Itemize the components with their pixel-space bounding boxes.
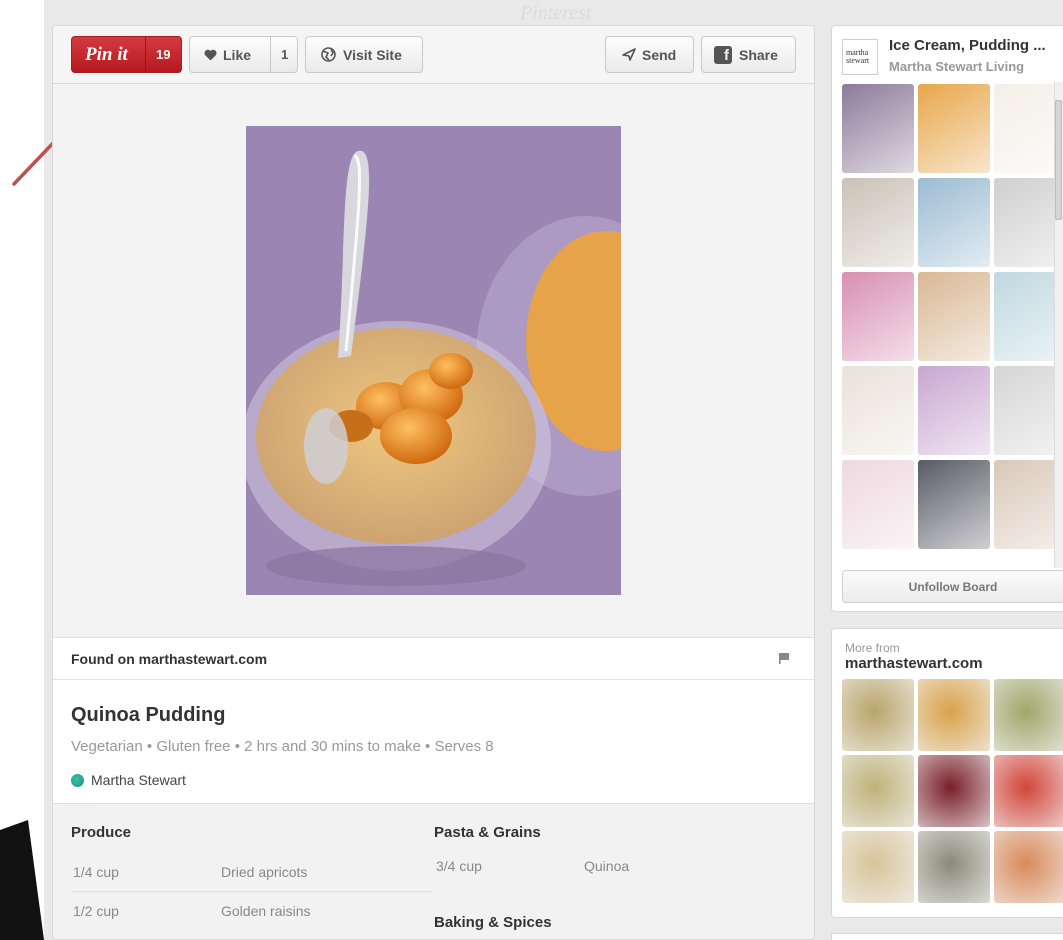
author-name: Martha Stewart: [91, 772, 186, 788]
recipe-header: Quinoa Pudding Vegetarian • Gluten free …: [53, 680, 814, 804]
board-owner[interactable]: Martha Stewart Living: [889, 59, 1024, 74]
found-on-text[interactable]: Found on marthastewart.com: [71, 651, 267, 667]
ingredient-item: Golden raisins: [221, 903, 311, 919]
like-label: Like: [223, 46, 252, 63]
like-label-wrap: Like: [190, 47, 270, 63]
visit-site-label: Visit Site: [343, 46, 402, 63]
board-pin-thumbnail[interactable]: [994, 460, 1063, 549]
board-scrollbar-thumb[interactable]: [1055, 100, 1062, 220]
more-pin-thumbnail[interactable]: [918, 755, 990, 827]
board-pin-thumbnail[interactable]: [842, 460, 914, 549]
found-on-bar: Found on marthastewart.com: [53, 637, 814, 680]
dark-corner-shape: [0, 820, 44, 940]
board-pin-thumbnail[interactable]: [842, 84, 914, 173]
pin-card: Pin it 19 Like 1 Visit Site Send f Share: [52, 25, 815, 940]
send-icon: [622, 48, 636, 61]
recipe-title: Quinoa Pudding: [71, 704, 226, 726]
ingredient-item: Quinoa: [584, 858, 630, 874]
more-pin-thumbnail[interactable]: [842, 679, 914, 751]
send-button[interactable]: Send: [605, 36, 694, 73]
more-from-card: More from marthastewart.com: [831, 628, 1063, 918]
more-from-label: More from: [845, 641, 900, 655]
more-pin-thumbnail[interactable]: [842, 831, 914, 903]
quinoa-pudding-photo: [246, 126, 621, 595]
send-label: Send: [642, 46, 677, 63]
ingredient-qty: 1/4 cup: [73, 864, 119, 880]
ingredient-qty: 3/4 cup: [436, 858, 482, 874]
author-avatar-icon: [71, 773, 84, 787]
board-pin-thumbnail[interactable]: [994, 366, 1063, 455]
pin-it-label: Pin it: [85, 43, 128, 65]
pin-toolbar: Pin it 19 Like 1 Visit Site Send f Share: [53, 26, 814, 84]
unfollow-board-button[interactable]: Unfollow Board: [842, 570, 1063, 603]
like-count: 1: [270, 37, 288, 72]
ingredient-divider: [71, 891, 433, 892]
share-label: Share: [739, 46, 778, 63]
board-pin-thumbnail[interactable]: [842, 272, 914, 361]
board-pin-thumbnail[interactable]: [918, 178, 990, 267]
board-pin-thumbnail[interactable]: [918, 460, 990, 549]
pin-it-button[interactable]: Pin it 19: [71, 36, 182, 73]
more-pin-thumbnail[interactable]: [918, 679, 990, 751]
ingredient-group-heading: Produce: [71, 824, 132, 841]
more-from-site[interactable]: marthastewart.com: [845, 655, 983, 672]
more-pin-thumbnail[interactable]: [842, 755, 914, 827]
recipe-author[interactable]: Martha Stewart: [71, 772, 186, 788]
pin-it-count: 19: [145, 37, 170, 72]
board-logo[interactable]: martha stewart: [842, 39, 878, 75]
board-pin-thumbnail[interactable]: [918, 272, 990, 361]
like-button[interactable]: Like 1: [189, 36, 298, 73]
more-thumbnails: [842, 679, 1063, 907]
pin-image[interactable]: [246, 126, 621, 595]
visit-site-button[interactable]: Visit Site: [305, 36, 423, 73]
board-thumbnails: [842, 84, 1063, 570]
pinterest-watermark-logo: Pinterest: [520, 2, 592, 24]
heart-icon: [204, 49, 217, 60]
ingredient-qty: 1/2 cup: [73, 903, 119, 919]
board-pin-thumbnail[interactable]: [842, 178, 914, 267]
flag-icon[interactable]: [778, 652, 790, 664]
ingredient-group-heading: Pasta & Grains: [434, 824, 541, 841]
ingredient-group-heading: Baking & Spices: [434, 914, 552, 931]
board-pin-thumbnail[interactable]: [918, 84, 990, 173]
more-pin-thumbnail[interactable]: [918, 831, 990, 903]
ingredient-item: Dried apricots: [221, 864, 308, 880]
more-pin-thumbnail[interactable]: [994, 831, 1063, 903]
board-logo-line: stewart: [846, 56, 870, 65]
board-pin-thumbnail[interactable]: [994, 84, 1063, 173]
board-pin-thumbnail[interactable]: [842, 366, 914, 455]
recipe-meta: Vegetarian • Gluten free • 2 hrs and 30 …: [71, 738, 494, 755]
board-pin-thumbnail[interactable]: [994, 272, 1063, 361]
next-card: [831, 933, 1063, 940]
pin-image-area: [53, 84, 814, 637]
facebook-icon: f: [714, 45, 732, 64]
more-pin-thumbnail[interactable]: [994, 679, 1063, 751]
board-title[interactable]: Ice Cream, Pudding ...: [889, 37, 1046, 54]
ingredients-section: Produce 1/4 cup Dried apricots 1/2 cup G…: [53, 804, 814, 939]
globe-icon: [321, 47, 336, 62]
more-pin-thumbnail[interactable]: [994, 755, 1063, 827]
board-card: martha stewart Ice Cream, Pudding ... Ma…: [831, 25, 1063, 612]
share-button[interactable]: f Share: [701, 36, 796, 73]
board-pin-thumbnail[interactable]: [918, 366, 990, 455]
board-pin-thumbnail[interactable]: [994, 178, 1063, 267]
